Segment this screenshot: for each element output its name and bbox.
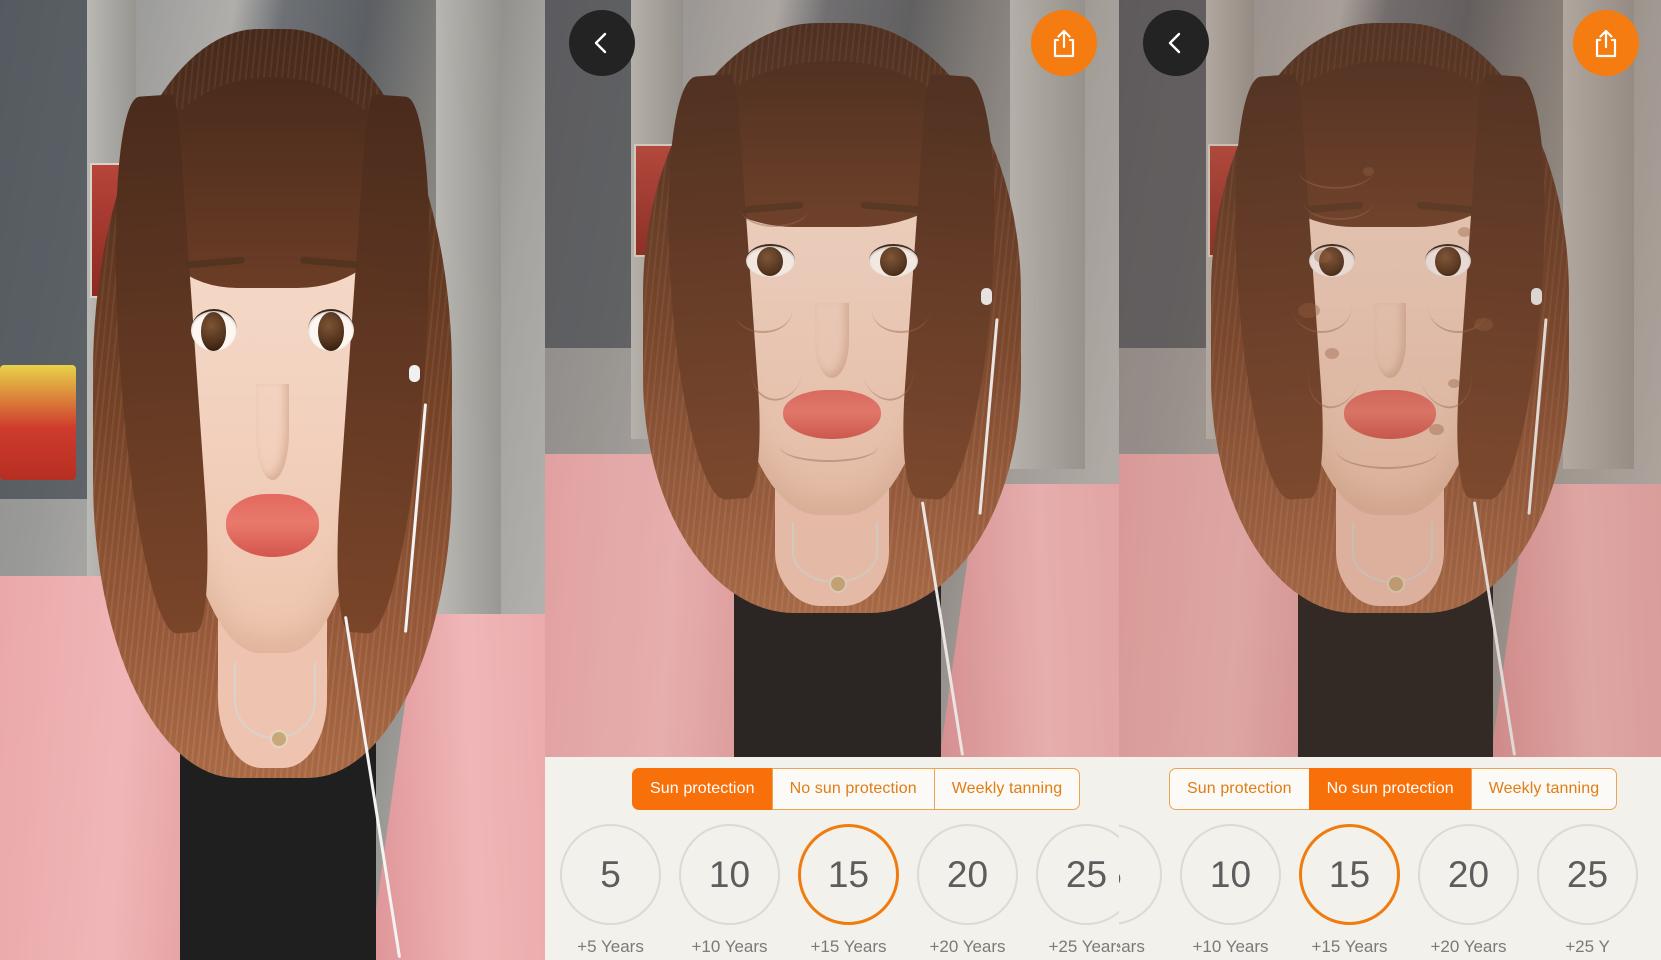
year-circle-10: 10 — [1180, 824, 1281, 925]
share-icon — [1595, 29, 1617, 58]
segment-weekly-tanning[interactable]: Weekly tanning — [1470, 768, 1618, 810]
year-option-5[interactable]: 5 +5 Years — [1119, 824, 1171, 957]
year-label-25: +25 Years — [1048, 937, 1119, 956]
back-button[interactable] — [1143, 10, 1209, 76]
necklace-pendant — [269, 729, 288, 748]
year-label-25: +25 Y — [1565, 937, 1610, 956]
year-label-20: +20 Years — [929, 937, 1006, 956]
earbud — [981, 287, 993, 305]
chevron-left-icon — [594, 32, 607, 54]
year-option-15[interactable]: 15 +15 Years — [1290, 824, 1409, 957]
segment-no-sun-protection[interactable]: No sun protection — [1308, 768, 1471, 810]
year-label-20: +20 Years — [1430, 937, 1507, 956]
controls-panel: Sun protection No sun protection Weekly … — [545, 757, 1119, 960]
share-button[interactable] — [1031, 10, 1097, 76]
lips — [1343, 389, 1437, 440]
years-selector[interactable]: 5 +5 Years 10 +10 Years 15 +15 Years 20 … — [1119, 824, 1647, 957]
necklace — [234, 662, 317, 740]
share-icon — [1053, 29, 1075, 58]
person-figure — [545, 0, 1119, 757]
year-circle-20: 20 — [1418, 824, 1519, 925]
aged-photo-sun-protection — [545, 0, 1119, 757]
controls-panel: Sun protection No sun protection Weekly … — [1119, 757, 1661, 960]
year-option-20[interactable]: 20 +20 Years — [908, 824, 1027, 957]
year-option-10[interactable]: 10 +10 Years — [1171, 824, 1290, 957]
lips — [226, 494, 319, 557]
panel-sun-protection: Sun protection No sun protection Weekly … — [545, 0, 1119, 960]
earbud — [1530, 287, 1542, 305]
necklace — [1352, 522, 1434, 583]
year-circle-25: 25 — [1537, 824, 1638, 925]
year-label-15: +15 Years — [810, 937, 887, 956]
years-selector[interactable]: 5 +5 Years 10 +10 Years 15 +15 Years 20 … — [551, 824, 1119, 957]
iris-right — [880, 246, 907, 277]
iris-right — [1435, 246, 1461, 277]
aged-photo-no-sun-protection — [1119, 0, 1661, 757]
segment-no-sun-protection[interactable]: No sun protection — [771, 768, 934, 810]
back-button[interactable] — [569, 10, 635, 76]
iris-left — [200, 312, 227, 351]
iris-left — [1318, 246, 1345, 277]
eye-left — [745, 243, 795, 278]
year-circle-10: 10 — [679, 824, 780, 925]
year-circle-5: 5 — [560, 824, 661, 925]
panel-no-sun-protection: Sun protection No sun protection Weekly … — [1119, 0, 1661, 960]
nose — [256, 384, 289, 480]
earbud — [408, 364, 420, 382]
year-option-10[interactable]: 10 +10 Years — [670, 824, 789, 957]
year-label-10: +10 Years — [1192, 937, 1269, 956]
screenshot-root: Sun protection No sun protection Weekly … — [0, 0, 1661, 960]
year-circle-5: 5 — [1119, 824, 1162, 925]
scenario-segmented-control[interactable]: Sun protection No sun protection Weekly … — [1169, 768, 1618, 810]
year-circle-15: 15 — [798, 824, 899, 925]
iris-right — [318, 312, 344, 351]
year-option-25[interactable]: 25 +25 Years — [1027, 824, 1119, 957]
segment-sun-protection[interactable]: Sun protection — [632, 768, 772, 810]
eye-right — [869, 243, 919, 278]
iris-left — [756, 246, 784, 277]
eye-right — [1425, 243, 1472, 278]
person-figure — [0, 0, 545, 960]
year-label-15: +15 Years — [1311, 937, 1388, 956]
year-circle-20: 20 — [917, 824, 1018, 925]
year-option-15[interactable]: 15 +15 Years — [789, 824, 908, 957]
scenario-segmented-control[interactable]: Sun protection No sun protection Weekly … — [632, 768, 1081, 810]
lips — [783, 389, 881, 440]
share-button[interactable] — [1573, 10, 1639, 76]
segment-sun-protection[interactable]: Sun protection — [1169, 768, 1309, 810]
segment-weekly-tanning[interactable]: Weekly tanning — [933, 768, 1081, 810]
year-option-5[interactable]: 5 +5 Years — [551, 824, 670, 957]
panel-original — [0, 0, 545, 960]
year-label-10: +10 Years — [691, 937, 768, 956]
eye-left — [1308, 243, 1355, 278]
year-option-20[interactable]: 20 +20 Years — [1409, 824, 1528, 957]
chevron-left-icon — [1168, 32, 1181, 54]
person-figure — [1119, 0, 1661, 757]
original-photo — [0, 0, 545, 960]
year-label-5: +5 Years — [1119, 937, 1145, 956]
year-circle-15: 15 — [1299, 824, 1400, 925]
necklace — [791, 522, 878, 583]
year-option-25[interactable]: 25 +25 Y — [1528, 824, 1647, 957]
year-label-5: +5 Years — [577, 937, 644, 956]
year-circle-25: 25 — [1036, 824, 1119, 925]
